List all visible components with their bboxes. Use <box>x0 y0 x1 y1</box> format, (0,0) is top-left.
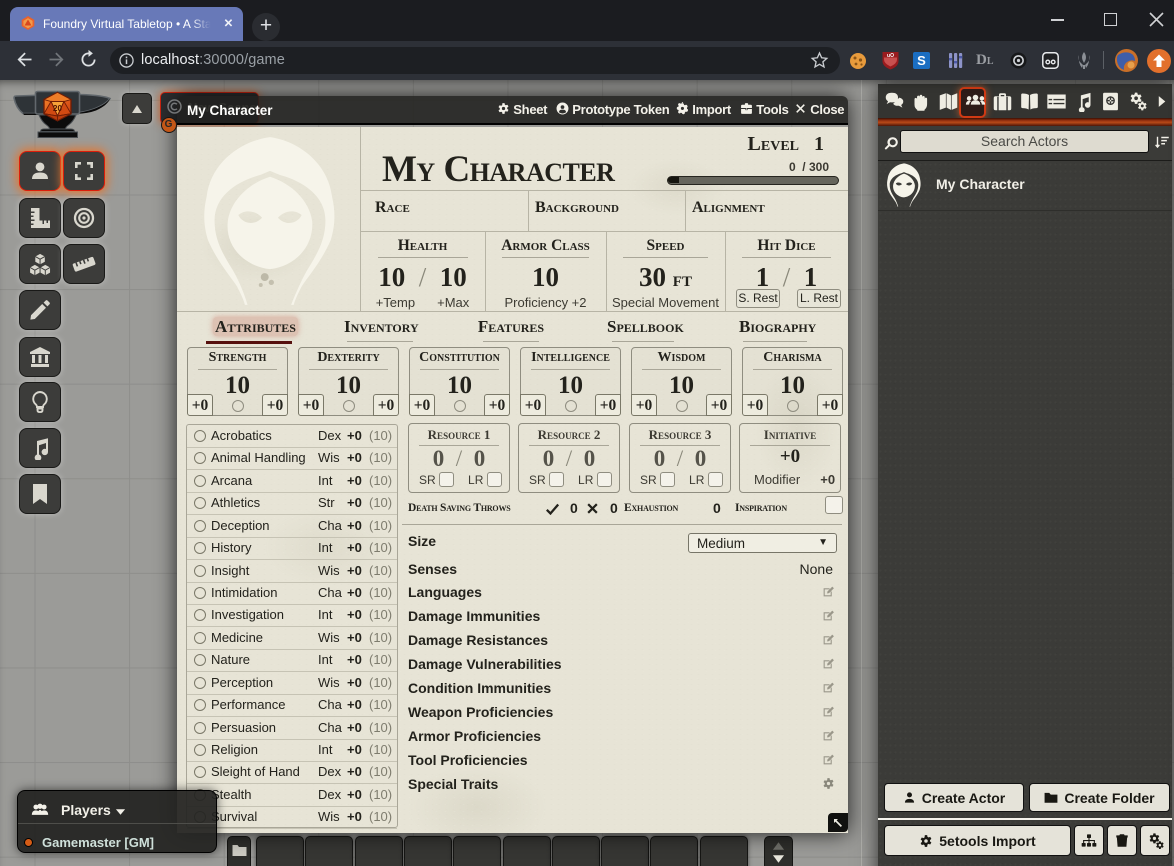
svg-text:uO: uO <box>887 53 894 59</box>
svg-text:S: S <box>917 53 926 68</box>
svg-text:20: 20 <box>53 104 62 113</box>
